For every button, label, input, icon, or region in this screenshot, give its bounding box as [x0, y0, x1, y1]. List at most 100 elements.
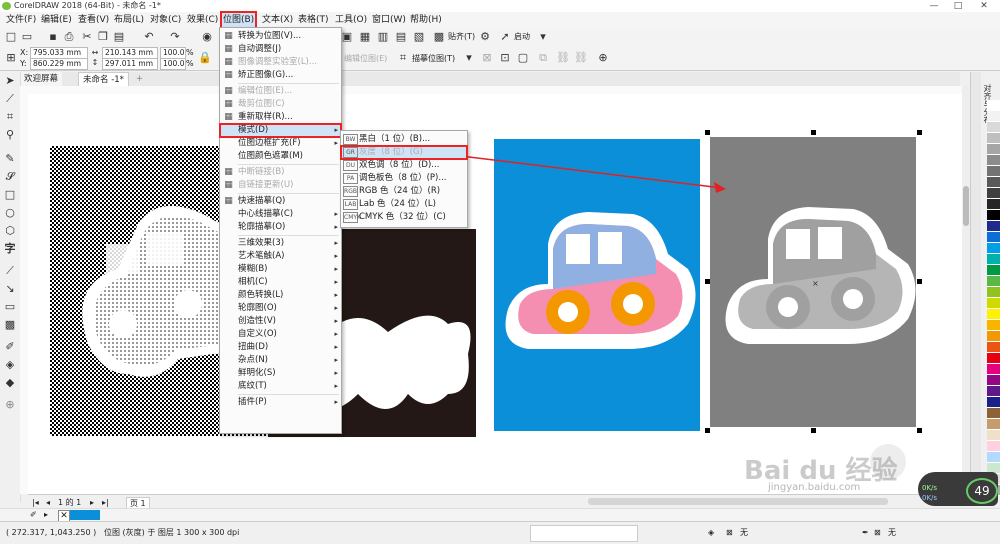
- selection-handle[interactable]: [917, 279, 922, 284]
- polygon-tool-icon[interactable]: ⬡: [3, 224, 17, 238]
- bitmap-menu-item[interactable]: ▦ 自链接更新(U): [220, 179, 341, 192]
- palette-swatch[interactable]: [987, 397, 1000, 408]
- selection-handle[interactable]: [811, 428, 816, 433]
- minimize-button[interactable]: —: [922, 0, 946, 12]
- selection-handle[interactable]: [811, 130, 816, 135]
- palette-swatch[interactable]: [987, 386, 1000, 397]
- menu-help[interactable]: 帮助(H): [410, 12, 442, 28]
- pick-tool-icon[interactable]: ➤: [3, 74, 17, 88]
- chevron-down-icon[interactable]: ▾: [536, 30, 550, 44]
- rulers-icon[interactable]: ▧: [412, 30, 426, 44]
- palette-swatch[interactable]: [987, 155, 1000, 166]
- mode-menu-item[interactable]: DU 双色调（8 位）(D)...: [341, 159, 467, 172]
- ellipse-tool-icon[interactable]: ○: [3, 206, 17, 220]
- menu-edit[interactable]: 编辑(E): [41, 12, 72, 28]
- fill-icon[interactable]: ◈: [708, 527, 714, 538]
- prev-page-icon[interactable]: ◂: [46, 497, 50, 508]
- bitmap-menu-item[interactable]: ▦ 裁剪位图(C): [220, 98, 341, 111]
- palette-swatch[interactable]: [987, 353, 1000, 364]
- text-tool-icon[interactable]: 字: [3, 242, 17, 256]
- selection-handle[interactable]: [705, 130, 710, 135]
- palette-swatch[interactable]: [987, 100, 1000, 111]
- bitmap-menu-item[interactable]: 模式(D) ▸: [219, 123, 342, 138]
- grayscale-car-bitmap[interactable]: ×: [710, 137, 916, 427]
- bitmap-menu-item[interactable]: 轮廓描摹(O) ▸: [220, 221, 341, 234]
- palette-swatch[interactable]: [987, 430, 1000, 441]
- selection-handle[interactable]: [705, 279, 710, 284]
- frame-icon[interactable]: ▢: [516, 51, 530, 65]
- parallel-dimension-icon[interactable]: ⟋: [3, 264, 17, 278]
- bitmap-menu-item[interactable]: ▦ 重新取样(R)...: [220, 111, 341, 124]
- close-button[interactable]: ✕: [972, 0, 996, 12]
- menu-text[interactable]: 文本(X): [262, 12, 293, 28]
- palette-swatch[interactable]: [987, 276, 1000, 287]
- bitmap-menu-item[interactable]: ▦ 图像调整实验室(L)...: [220, 56, 341, 69]
- color-car-bitmap[interactable]: [494, 139, 700, 431]
- palette-swatch[interactable]: [987, 298, 1000, 309]
- zoom-tool-icon[interactable]: ⚲: [3, 128, 17, 142]
- add-icon[interactable]: ⊕: [596, 51, 610, 65]
- menu-file[interactable]: 文件(F): [6, 12, 36, 28]
- bitmap-menu-item[interactable]: 杂点(N) ▸: [220, 354, 341, 367]
- palette-swatch[interactable]: [987, 441, 1000, 452]
- palette-swatch[interactable]: [987, 331, 1000, 342]
- edit-bitmap-button[interactable]: 编辑位图(E): [344, 53, 387, 64]
- menu-view[interactable]: 查看(V): [78, 12, 109, 28]
- settings-icon[interactable]: ⚙: [478, 30, 492, 44]
- export-icon[interactable]: ▣: [340, 30, 354, 44]
- palette-swatch[interactable]: [987, 232, 1000, 243]
- bitmap-menu-item[interactable]: 位图边框扩充(F) ▸: [220, 137, 341, 150]
- bitmap-menu-item[interactable]: ▦ 编辑位图(E)...: [220, 85, 341, 98]
- artistic-media-icon[interactable]: 𝓢: [3, 170, 17, 184]
- palette-menu-icon[interactable]: ▸: [44, 509, 48, 520]
- mode-menu-item[interactable]: CMYK CMYK 色（32 位）(C): [341, 211, 467, 224]
- palette-swatch[interactable]: [987, 375, 1000, 386]
- interactive-fill-icon[interactable]: ◈: [3, 358, 17, 372]
- scroll-thumb[interactable]: [963, 186, 969, 226]
- palette-swatch[interactable]: [987, 166, 1000, 177]
- print-icon[interactable]: ⎙: [62, 30, 76, 44]
- tab-document[interactable]: 未命名 -1*: [78, 72, 129, 87]
- unlink-icon[interactable]: ⛓: [574, 51, 588, 65]
- height-input[interactable]: 297.011 mm: [102, 58, 158, 70]
- bitmap-menu-item[interactable]: 自定义(O) ▸: [220, 328, 341, 341]
- palette-swatch[interactable]: [987, 287, 1000, 298]
- selection-handle[interactable]: [917, 130, 922, 135]
- swatch-blue[interactable]: [70, 510, 80, 520]
- palette-swatch[interactable]: [987, 122, 1000, 133]
- menu-window[interactable]: 窗口(W): [372, 12, 406, 28]
- next-page-icon[interactable]: ▸: [90, 497, 94, 508]
- palette-swatch[interactable]: [987, 144, 1000, 155]
- resample-icon[interactable]: ⊡: [498, 51, 512, 65]
- new-document-icon[interactable]: □: [4, 30, 18, 44]
- bitmap-menu-item[interactable]: 相机(C) ▸: [220, 276, 341, 289]
- chevron-down-icon[interactable]: ▾: [462, 51, 476, 65]
- trace-bitmap-button[interactable]: 描摹位图(T): [412, 53, 455, 64]
- trace-bitmap-icon[interactable]: ⌗: [396, 51, 410, 65]
- redo-icon[interactable]: ↷: [168, 30, 182, 44]
- palette-swatch[interactable]: [987, 419, 1000, 430]
- bitmap-menu-item[interactable]: 底纹(T) ▸: [220, 380, 341, 393]
- ime-toolbar[interactable]: [530, 525, 638, 542]
- eyedropper-icon[interactable]: ✐: [30, 509, 37, 520]
- bitmap-menu-item[interactable]: 三维效果(3) ▸: [220, 237, 341, 250]
- mode-menu-item[interactable]: BW 黑白（1 位）(B)...: [341, 133, 467, 146]
- palette-swatch[interactable]: [987, 265, 1000, 276]
- bitmap-menu-item[interactable]: 艺术笔触(A) ▸: [220, 250, 341, 263]
- bitmap-menu-item[interactable]: 位图颜色遮罩(M): [220, 150, 341, 163]
- undo-icon[interactable]: ↶: [142, 30, 156, 44]
- transparency-icon[interactable]: ▩: [3, 318, 17, 332]
- shape-tool-icon[interactable]: ⟋: [3, 92, 17, 106]
- palette-swatch[interactable]: [987, 111, 1000, 122]
- crop-icon[interactable]: ⊠: [480, 51, 494, 65]
- palette-swatch[interactable]: [987, 364, 1000, 375]
- lock-ratio-icon[interactable]: 🔒: [198, 51, 212, 65]
- palette-swatch[interactable]: [987, 188, 1000, 199]
- palette-swatch[interactable]: [987, 309, 1000, 320]
- palette-swatch[interactable]: [987, 342, 1000, 353]
- palette-swatch[interactable]: [987, 254, 1000, 265]
- launch-label[interactable]: 启动: [514, 31, 530, 42]
- horizontal-scrollbar[interactable]: [588, 498, 888, 505]
- bitmap-menu-item[interactable]: 鲜明化(S) ▸: [220, 367, 341, 380]
- mode-menu-item[interactable]: LAB Lab 色（24 位）(L): [341, 198, 467, 211]
